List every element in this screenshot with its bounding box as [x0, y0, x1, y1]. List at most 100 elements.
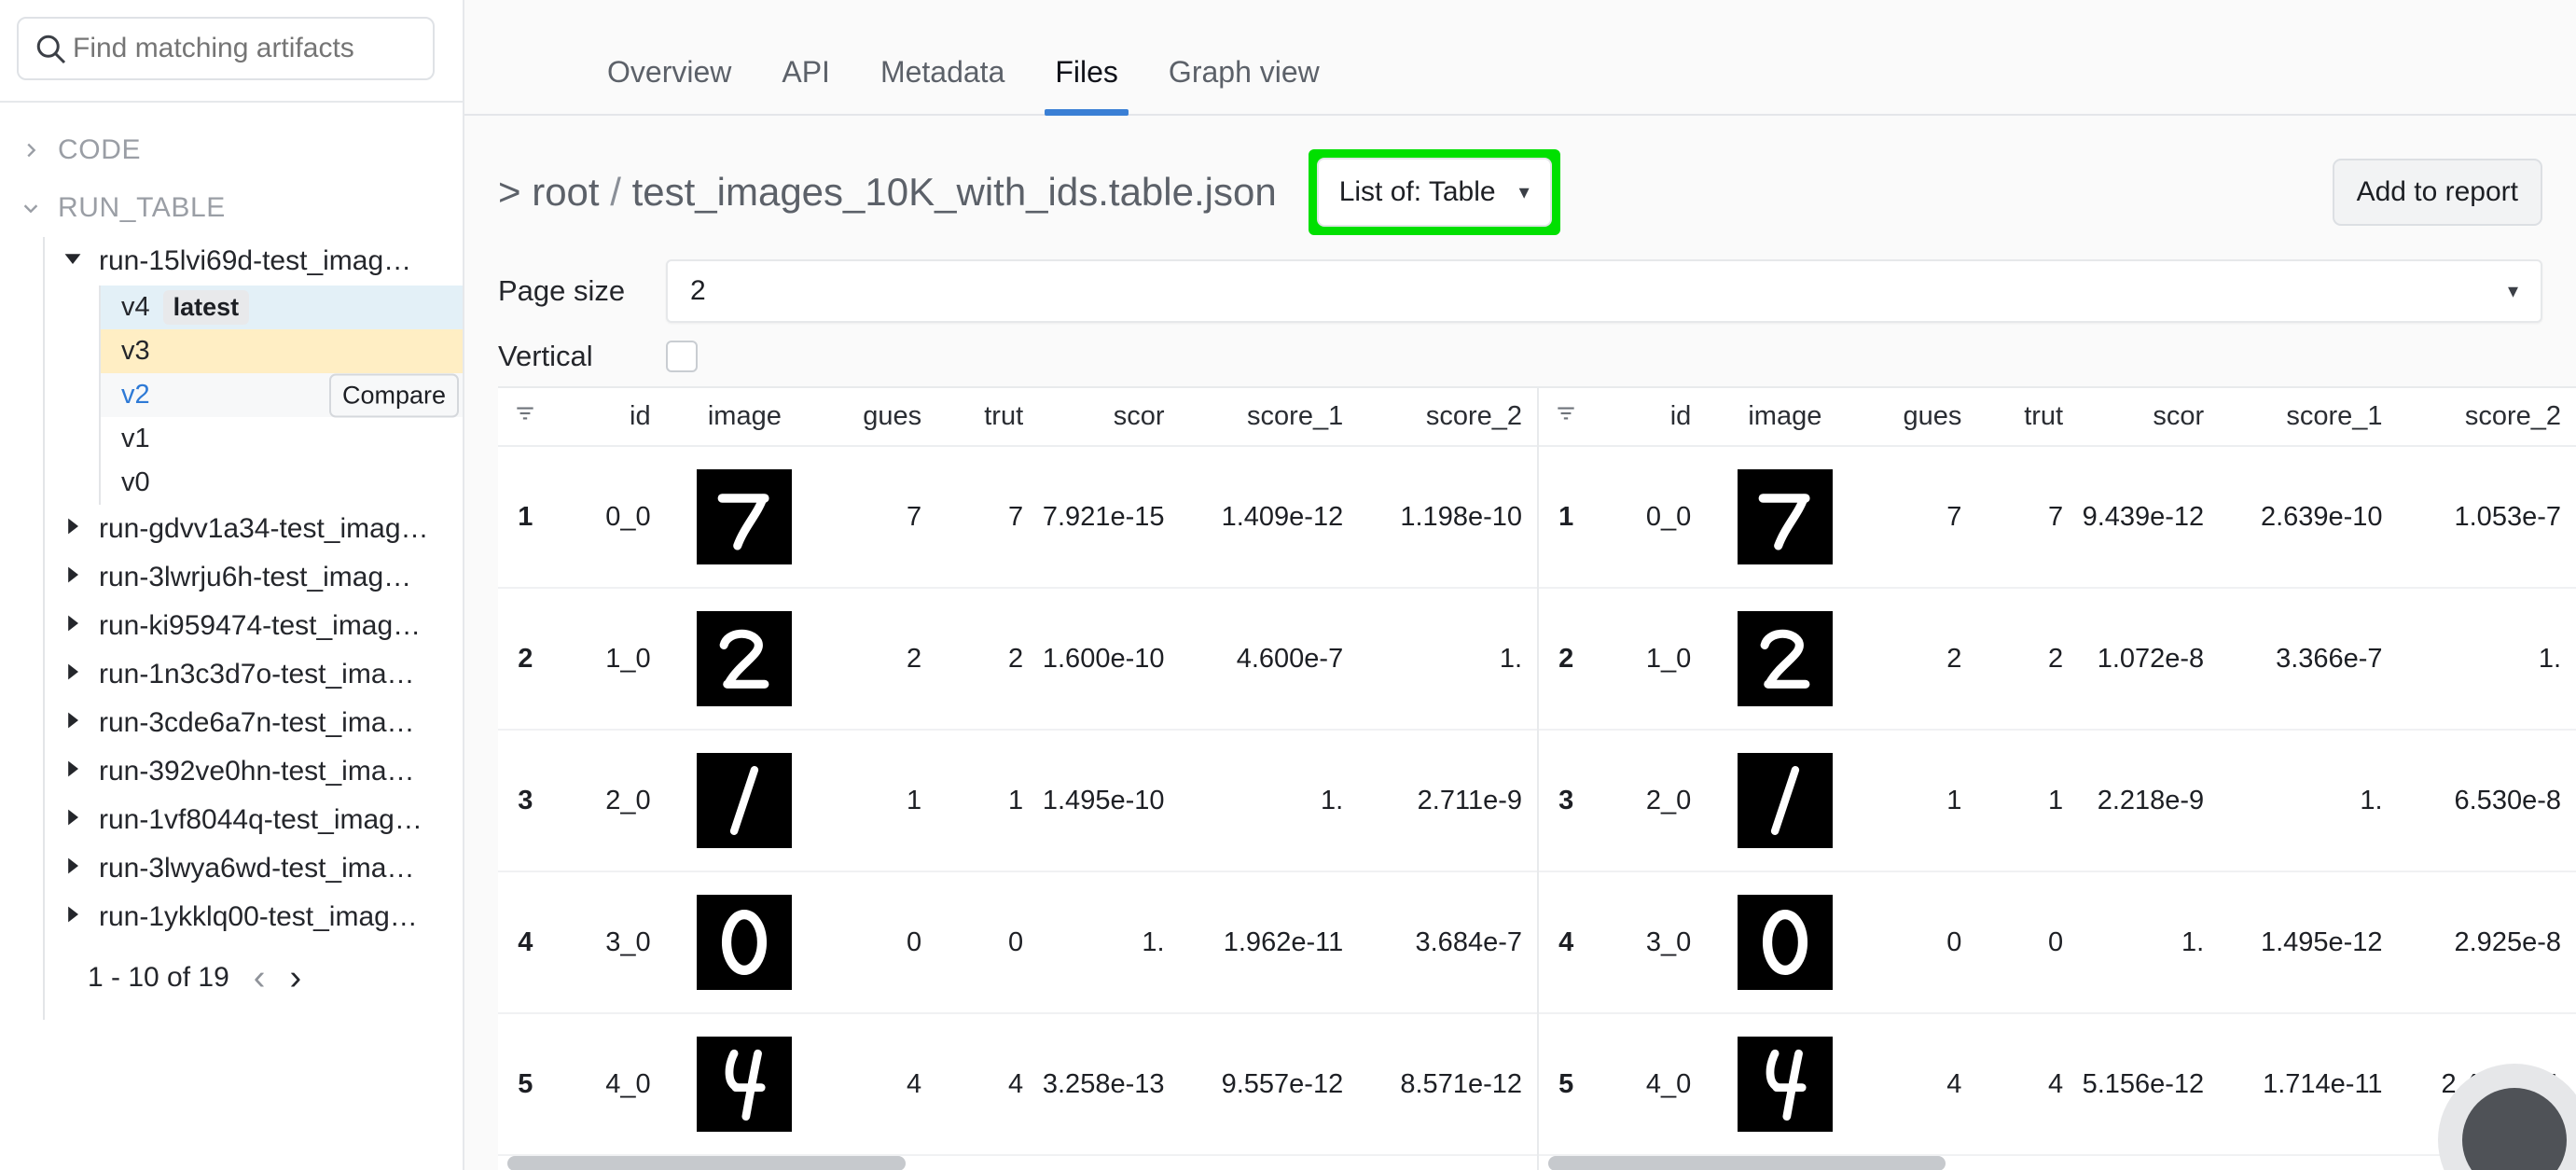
run-item-label: run-15lvi69d-test_imag…: [99, 245, 412, 276]
cell-image[interactable]: [1706, 588, 1864, 731]
row-index: 2: [1539, 588, 1594, 731]
cell-id: 3_0: [1593, 871, 1707, 1014]
column-header-image[interactable]: image: [1706, 388, 1864, 447]
breadcrumb-root[interactable]: root: [532, 170, 599, 214]
run-item[interactable]: run-3lwya6wd-test_ima…: [45, 844, 463, 893]
scrollbar-thumb[interactable]: [507, 1156, 906, 1170]
run-item[interactable]: run-1vf8044q-test_imag…: [45, 796, 463, 844]
filter-column-header[interactable]: [1539, 388, 1594, 447]
column-header-score-1[interactable]: score_1: [1179, 388, 1359, 447]
run-item-label: run-gdvv1a34-test_imag…: [99, 513, 429, 544]
cell-image[interactable]: [1706, 730, 1864, 872]
breadcrumb-file[interactable]: test_images_10K_with_ids.table.json: [632, 170, 1277, 214]
column-header-id[interactable]: id: [552, 388, 666, 447]
version-item-v4[interactable]: v4 latest: [101, 286, 463, 329]
filter-column-header[interactable]: [498, 388, 553, 447]
tab-graph-view[interactable]: Graph view: [1143, 55, 1345, 114]
cell-truth: 4: [936, 1013, 1039, 1156]
column-header-score-1[interactable]: score_1: [2219, 388, 2398, 447]
version-item-v1[interactable]: v1: [101, 417, 463, 461]
run-item-expanded[interactable]: run-15lvi69d-test_imag…: [45, 237, 463, 286]
cell-id: 2_0: [1593, 730, 1707, 872]
column-header-score[interactable]: scor: [1038, 388, 1180, 447]
cell-image[interactable]: [665, 446, 824, 589]
run-item[interactable]: run-ki959474-test_imag…: [45, 602, 463, 650]
run-item[interactable]: run-1ykklq00-test_imag…: [45, 893, 463, 941]
breadcrumb: > root / test_images_10K_with_ids.table.…: [498, 170, 1277, 215]
cell-score: 9.439e-12: [2078, 446, 2220, 589]
cell-score-1: 1.714e-11: [2219, 1013, 2398, 1156]
tab-metadata[interactable]: Metadata: [855, 55, 1030, 114]
cell-guess: 1: [1863, 730, 1977, 872]
mnist-digit-2-image: [697, 611, 793, 706]
table-body: 1 0_0 7: [1539, 446, 2576, 1156]
add-to-report-button[interactable]: Add to report: [2332, 159, 2542, 226]
run-item[interactable]: run-3cde6a7n-test_ima…: [45, 699, 463, 747]
cell-image[interactable]: [665, 1013, 824, 1156]
app-root: CODE RUN_TABLE run-15lvi69d-test_imag…: [0, 0, 2576, 1170]
table-row[interactable]: 4 3_0 0 0 1. 1.962e-11 3.684e-7: [498, 871, 1537, 1014]
table-row[interactable]: 5 4_0: [498, 1013, 1537, 1156]
cell-truth: 0: [1976, 871, 2079, 1014]
cell-image[interactable]: [665, 588, 824, 731]
list-of-dropdown[interactable]: List of: Table ▾: [1316, 158, 1552, 227]
table-row[interactable]: 3 2_0 1 1 1.495e-10 1. 2.711e-9: [498, 730, 1537, 872]
search-box[interactable]: [17, 17, 435, 80]
column-header-score[interactable]: scor: [2078, 388, 2220, 447]
table-row[interactable]: 2 1_0 2: [498, 588, 1537, 731]
tab-overview[interactable]: Overview: [582, 55, 756, 114]
tree-group-code[interactable]: CODE: [0, 121, 463, 179]
prev-page-button[interactable]: ‹: [254, 960, 266, 996]
run-item[interactable]: run-1n3c3d7o-test_ima…: [45, 650, 463, 699]
table-row[interactable]: 1 0_0 7: [1539, 446, 2576, 589]
cell-guess: 2: [824, 588, 937, 731]
cell-guess: 2: [1863, 588, 1977, 731]
scrollbar-thumb[interactable]: [1548, 1156, 1946, 1170]
run-item[interactable]: run-392ve0hn-test_ima…: [45, 747, 463, 796]
cell-score-1: 1.409e-12: [1179, 446, 1359, 589]
table-row[interactable]: 1 0_0 7: [498, 446, 1537, 589]
cell-image[interactable]: [1706, 446, 1864, 589]
version-item-v3[interactable]: v3: [101, 329, 463, 373]
search-input[interactable]: [73, 33, 418, 64]
vertical-checkbox[interactable]: [666, 341, 698, 372]
caret-right-icon: [62, 659, 84, 690]
horizontal-scrollbar[interactable]: [1539, 1156, 2576, 1170]
artifacts-sidebar: CODE RUN_TABLE run-15lvi69d-test_imag…: [0, 0, 464, 1170]
mnist-digit-7-image: [1737, 469, 1833, 564]
column-header-truth[interactable]: trut: [1976, 388, 2079, 447]
table-row[interactable]: 2 1_0 2: [1539, 588, 2576, 731]
column-header-guess[interactable]: gues: [824, 388, 937, 447]
tab-files[interactable]: Files: [1030, 55, 1143, 116]
tree-group-run-table[interactable]: RUN_TABLE: [0, 179, 463, 237]
run-item[interactable]: run-3lwrju6h-test_imag…: [45, 553, 463, 602]
vertical-label: Vertical: [498, 340, 593, 372]
version-list: v4 latest v3 v2 Compare v1 v0: [99, 286, 463, 505]
run-item[interactable]: run-gdvv1a34-test_imag…: [45, 505, 463, 553]
cell-image[interactable]: [1706, 1013, 1864, 1156]
cell-image[interactable]: [665, 871, 824, 1014]
column-header-id[interactable]: id: [1593, 388, 1707, 447]
cell-truth: 7: [1976, 446, 2079, 589]
version-item-v0[interactable]: v0: [101, 461, 463, 505]
table-row[interactable]: 5 4_0: [1539, 1013, 2576, 1156]
horizontal-scrollbar[interactable]: [498, 1156, 1537, 1170]
page-size-dropdown[interactable]: 2 ▾: [666, 259, 2542, 323]
file-header: > root / test_images_10K_with_ids.table.…: [464, 116, 2576, 250]
compare-button[interactable]: Compare: [328, 373, 459, 417]
cell-score-1: 4.600e-7: [1179, 588, 1359, 731]
column-header-score-2[interactable]: score_2: [2397, 388, 2576, 447]
column-header-score-2[interactable]: score_2: [1358, 388, 1537, 447]
list-of-label: List of: Table: [1338, 176, 1496, 207]
column-header-image[interactable]: image: [665, 388, 824, 447]
cell-image[interactable]: [665, 730, 824, 872]
next-page-button[interactable]: ›: [289, 960, 301, 996]
version-item-v2[interactable]: v2 Compare: [101, 373, 463, 417]
table-row[interactable]: 3 2_0 1 1 2.218e-9 1. 6.530e-8: [1539, 730, 2576, 872]
column-header-truth[interactable]: trut: [936, 388, 1039, 447]
tab-api[interactable]: API: [756, 55, 855, 114]
chevron-down-icon: ▾: [1518, 180, 1530, 203]
column-header-guess[interactable]: gues: [1863, 388, 1977, 447]
cell-image[interactable]: [1706, 871, 1864, 1014]
table-row[interactable]: 4 3_0 0 0 1. 1.495e-12 2.925e-8: [1539, 871, 2576, 1014]
